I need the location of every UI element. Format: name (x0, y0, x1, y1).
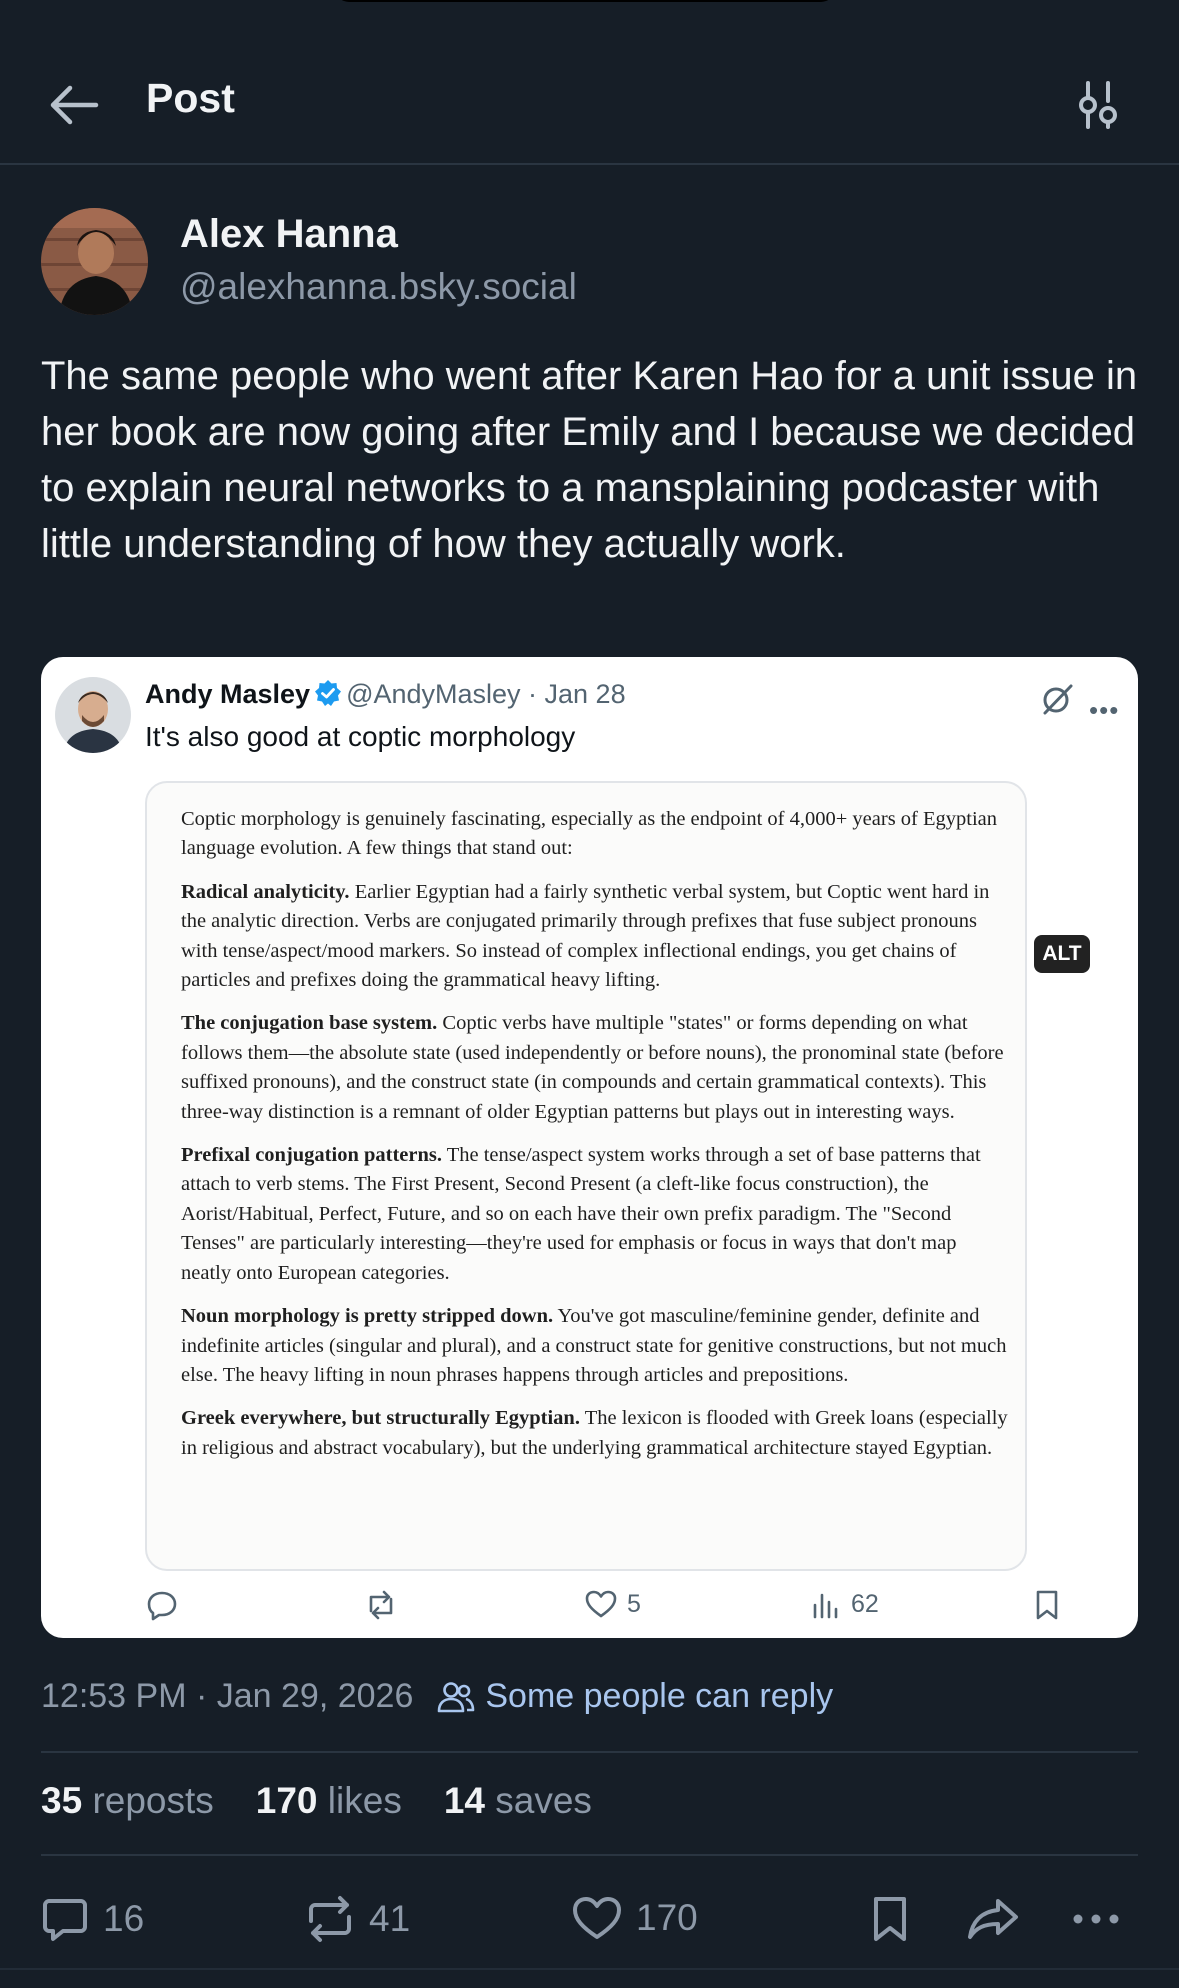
heart-icon (573, 1897, 621, 1939)
like-button[interactable]: 170 (572, 1895, 698, 1941)
thread-settings-button[interactable] (1070, 77, 1126, 133)
more-icon: ••• (1089, 695, 1120, 725)
post-text: The same people who went after Karen Hao… (41, 354, 1138, 566)
engagement-stats: 35 reposts 170 likes 14 saves (41, 1780, 592, 1822)
embed-header: Andy Masley @AndyMasley · Jan 28 (145, 679, 626, 714)
divider (41, 1751, 1138, 1753)
embed-avatar (55, 677, 131, 753)
author-name[interactable]: Alex Hanna (180, 212, 398, 257)
answer-intro: Coptic morphology is genuinely fascinati… (181, 808, 998, 860)
likes-stat[interactable]: 170 likes (256, 1780, 402, 1822)
embed-author-name: Andy Masley (145, 679, 311, 709)
answer-section: Noun morphology is pretty stripped down.… (181, 1305, 1007, 1386)
reply-settings-label: Some people can reply (485, 1677, 834, 1715)
share-icon (968, 1899, 1018, 1939)
post-meta-row: 12:53 PM · Jan 29, 2026 Some people can … (41, 1677, 833, 1716)
author-handle[interactable]: @alexhanna.bsky.social (180, 266, 577, 308)
reply-count: 16 (103, 1898, 145, 1939)
reposts-stat[interactable]: 35 reposts (41, 1780, 214, 1822)
settings-sliders-icon (1079, 81, 1117, 129)
back-arrow-icon (50, 85, 99, 125)
embed-reply (146, 1589, 178, 1621)
views-icon (813, 1593, 838, 1619)
ai-answer-box: Coptic morphology is genuinely fascinati… (145, 781, 1027, 1571)
grok-icon (1043, 684, 1073, 715)
bookmark-icon (1036, 1590, 1058, 1620)
back-button[interactable] (46, 77, 106, 133)
reply-icon (43, 1899, 87, 1941)
saves-stat[interactable]: 14 saves (444, 1780, 592, 1822)
repost-count: 41 (369, 1898, 411, 1939)
divider (41, 1854, 1138, 1856)
embed-text: It's also good at coptic morphology (145, 721, 576, 752)
alt-text-badge[interactable]: ALT (1034, 935, 1090, 973)
repost-icon (309, 1896, 351, 1942)
embed-like-count: 5 (627, 1589, 641, 1618)
post-timestamp: 12:53 PM · Jan 29, 2026 (41, 1677, 414, 1715)
divider (0, 1968, 1179, 1970)
device-notch (335, 0, 835, 2)
repost-button[interactable]: 41 (305, 1895, 410, 1943)
more-button[interactable] (1070, 1895, 1122, 1943)
answer-section: Radical analyticity. Earlier Egyptian ha… (181, 880, 990, 992)
people-icon (438, 1681, 475, 1712)
answer-section: Prefixal conjugation patterns. The tense… (181, 1144, 981, 1284)
like-count: 170 (636, 1897, 698, 1938)
reply-settings[interactable]: Some people can reply (437, 1677, 833, 1716)
header-bar: Post (0, 55, 1179, 165)
embed-bookmark (1034, 1589, 1060, 1621)
answer-section: The conjugation base system. Coptic verb… (181, 1012, 1004, 1123)
embed-action-row: 5 62 (41, 1587, 1138, 1631)
reply-button[interactable]: 16 (41, 1895, 144, 1943)
reply-icon (147, 1591, 177, 1621)
embed-view-count: 62 (851, 1589, 879, 1618)
embed-views: 62 (811, 1589, 879, 1619)
answer-section: Greek everywhere, but structurally Egypt… (181, 1407, 1008, 1459)
author-avatar[interactable] (41, 208, 148, 315)
share-button[interactable] (966, 1895, 1022, 1943)
embed-handle-date: @AndyMasley · Jan 28 (346, 679, 626, 709)
embed-repost (363, 1589, 399, 1621)
page-title: Post (146, 75, 235, 121)
repost-icon (369, 1590, 393, 1620)
embed-like: 5 (585, 1589, 641, 1619)
bookmark-icon (874, 1897, 906, 1941)
bookmark-button[interactable] (870, 1895, 910, 1943)
heart-icon (585, 1590, 617, 1618)
verified-badge-icon (314, 679, 342, 714)
more-icon (1073, 1914, 1119, 1924)
post-action-bar: 16 41 170 (0, 1885, 1179, 1955)
embedded-image[interactable]: Andy Masley @AndyMasley · Jan 28 It's als… (41, 657, 1138, 1638)
